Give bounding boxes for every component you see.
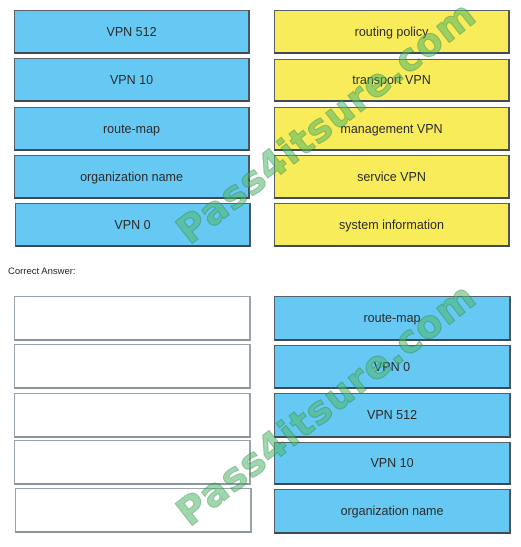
question-right-item-5[interactable]: system information — [274, 203, 510, 247]
question-left-item-3[interactable]: route-map — [14, 107, 250, 151]
item-label: routing policy — [354, 24, 429, 39]
answer-right-item-4[interactable]: VPN 10 — [274, 442, 511, 485]
question-right-item-4[interactable]: service VPN — [274, 155, 510, 199]
answer-left-slot-1[interactable] — [14, 296, 251, 341]
answer-left-slot-4[interactable] — [14, 440, 251, 485]
question-left-item-5[interactable]: VPN 0 — [15, 203, 251, 247]
item-label: VPN 10 — [370, 456, 414, 470]
item-label: organization name — [80, 169, 183, 184]
item-label: organization name — [340, 504, 444, 518]
item-label: route-map — [363, 311, 421, 325]
item-label: VPN 0 — [373, 359, 411, 374]
answer-right-item-2[interactable]: VPN 0 — [274, 345, 511, 389]
item-label: system information — [339, 217, 444, 232]
item-label: management VPN — [340, 121, 443, 136]
item-label: transport VPN — [352, 73, 431, 87]
question-right-item-1[interactable]: routing policy — [274, 10, 510, 54]
item-label: VPN 10 — [109, 72, 154, 87]
item-label: service VPN — [357, 169, 426, 184]
item-label: VPN 512 — [106, 24, 157, 39]
answer-right-item-3[interactable]: VPN 512 — [274, 393, 511, 438]
question-left-item-1[interactable]: VPN 512 — [14, 10, 250, 54]
item-label: VPN 0 — [114, 217, 151, 232]
answer-left-slot-2[interactable] — [14, 344, 251, 389]
item-label: VPN 512 — [366, 408, 418, 422]
question-left-item-4[interactable]: organization name — [14, 155, 250, 199]
correct-answer-caption: Correct Answer: — [8, 266, 76, 277]
question-right-item-2[interactable]: transport VPN — [274, 59, 510, 102]
question-right-item-3[interactable]: management VPN — [274, 107, 510, 151]
question-left-item-2[interactable]: VPN 10 — [14, 58, 250, 102]
answer-right-item-5[interactable]: organization name — [274, 489, 511, 534]
answer-left-slot-5[interactable] — [15, 488, 252, 533]
answer-left-slot-3[interactable] — [14, 393, 251, 438]
answer-right-item-1[interactable]: route-map — [274, 296, 511, 341]
item-label: route-map — [103, 121, 160, 136]
